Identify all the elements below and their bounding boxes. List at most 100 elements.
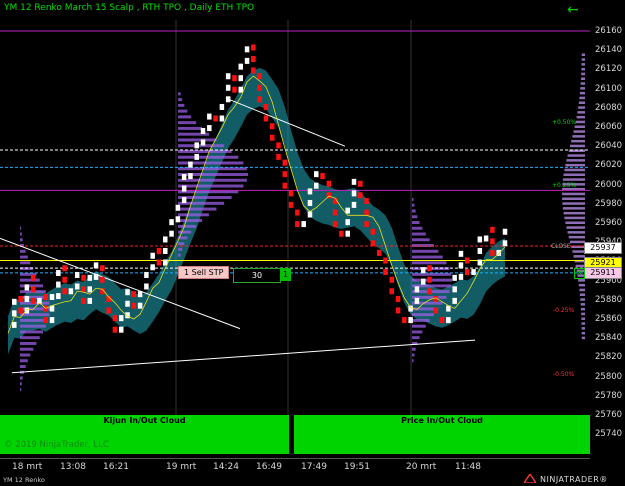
renko-brick [251, 55, 256, 62]
renko-brick [87, 297, 93, 304]
tpo-profile [412, 209, 416, 213]
renko-brick [364, 209, 369, 216]
renko-brick [408, 305, 413, 312]
eth-profile [581, 58, 585, 61]
price-tick: 25960 [595, 218, 623, 228]
renko-brick [490, 238, 495, 245]
copyright: © 2019 NinjaTrader, LLC [4, 440, 109, 450]
tpo-profile [20, 347, 34, 351]
tpo-profile [178, 219, 203, 223]
time-tick: 14:24 [213, 462, 239, 472]
renko-brick [225, 73, 231, 80]
renko-brick [383, 269, 388, 276]
renko-brick [263, 103, 269, 110]
renko-brick [156, 247, 162, 254]
renko-brick [125, 300, 130, 307]
renko-brick [345, 230, 350, 237]
price-cloud-label: Price In/Out Cloud [401, 416, 483, 425]
renko-brick [87, 286, 93, 293]
sell-stop-order-label[interactable]: 1 Sell STP [178, 266, 230, 279]
chart-area[interactable] [0, 0, 625, 486]
eth-profile [581, 312, 585, 316]
renko-brick [477, 259, 483, 266]
renko-brick [238, 86, 244, 93]
price-chart[interactable] [0, 0, 590, 415]
renko-brick [370, 240, 376, 247]
renko-brick [295, 209, 300, 216]
tpo-profile [412, 221, 420, 224]
order-close-button[interactable]: 1 [280, 268, 291, 281]
eth-profile [581, 67, 585, 71]
eth-profile [578, 283, 585, 287]
renko-brick [364, 198, 369, 205]
renko-brick [320, 173, 325, 180]
tpo-profile [412, 197, 414, 201]
price-cloud-panel: Price In/Out Cloud [294, 415, 590, 454]
eth-profile [578, 279, 585, 282]
renko-brick [156, 259, 162, 266]
close-label: CLOSE [551, 243, 571, 250]
renko-brick [62, 276, 67, 283]
time-tick: 18 mrt [12, 462, 43, 472]
back-arrow-icon[interactable]: ← [567, 3, 579, 17]
renko-brick [175, 204, 181, 211]
renko-brick [389, 288, 395, 295]
eth-profile [580, 303, 585, 306]
tpo-profile [178, 247, 183, 251]
tpo-profile [412, 318, 430, 322]
tpo-profile [178, 161, 244, 165]
renko-brick [144, 283, 149, 290]
tpo-profile [20, 359, 28, 363]
renko-brick [150, 252, 155, 259]
eth-profile [580, 87, 585, 90]
renko-brick [181, 174, 187, 181]
last-price-marker: 25937 [584, 242, 622, 254]
price-tick: 26000 [595, 179, 623, 190]
tpo-profile [178, 103, 185, 107]
chart-title: YM 12 Renko March 15 Scalp , RTH TPO , D… [4, 3, 255, 13]
renko-brick [276, 142, 281, 149]
eth-profile [566, 159, 585, 162]
renko-brick [225, 84, 231, 91]
renko-brick [307, 199, 313, 206]
tpo-profile [20, 232, 22, 236]
price-tick: 25800 [595, 371, 623, 382]
renko-brick [49, 317, 55, 324]
eth-profile [565, 163, 585, 167]
order-quantity[interactable]: 30 [233, 268, 281, 283]
eth-profile [579, 96, 585, 100]
eth-profile [562, 178, 585, 181]
renko-brick [452, 297, 457, 304]
renko-brick [232, 86, 237, 93]
eth-profile [563, 173, 585, 176]
price-tick: 26020 [595, 160, 623, 171]
renko-brick [144, 271, 149, 278]
renko-brick [43, 317, 48, 324]
price-tick: 25740 [595, 429, 623, 440]
tpo-profile [20, 278, 40, 282]
renko-brick [169, 230, 174, 237]
renko-brick [74, 271, 80, 278]
renko-brick [282, 182, 288, 189]
renko-brick [351, 190, 357, 197]
eth-profile [567, 154, 585, 157]
price-axis[interactable]: 26160 26140 26120 26100 26080 26060 26040 26020… [590, 0, 625, 458]
renko-brick [106, 307, 111, 314]
tpo-profile [412, 353, 415, 357]
renko-brick [188, 161, 193, 168]
order-cancel-icon[interactable]: × [574, 268, 585, 279]
eth-profile [571, 139, 585, 143]
renko-brick [269, 123, 275, 130]
tpo-profile [412, 255, 443, 259]
renko-brick [118, 315, 124, 322]
renko-brick [257, 96, 262, 103]
tpo-profile [412, 313, 434, 317]
time-axis[interactable]: 18 mrt 13:08 16:21 19 mrt 14:24 16:49 17:49 19:… [0, 458, 590, 473]
renko-brick [427, 265, 432, 272]
tpo-profile [412, 203, 415, 207]
tpo-profile [412, 278, 452, 282]
renko-brick [175, 216, 181, 223]
renko-brick [314, 182, 319, 189]
renko-brick [68, 288, 74, 295]
renko-brick [351, 178, 357, 185]
